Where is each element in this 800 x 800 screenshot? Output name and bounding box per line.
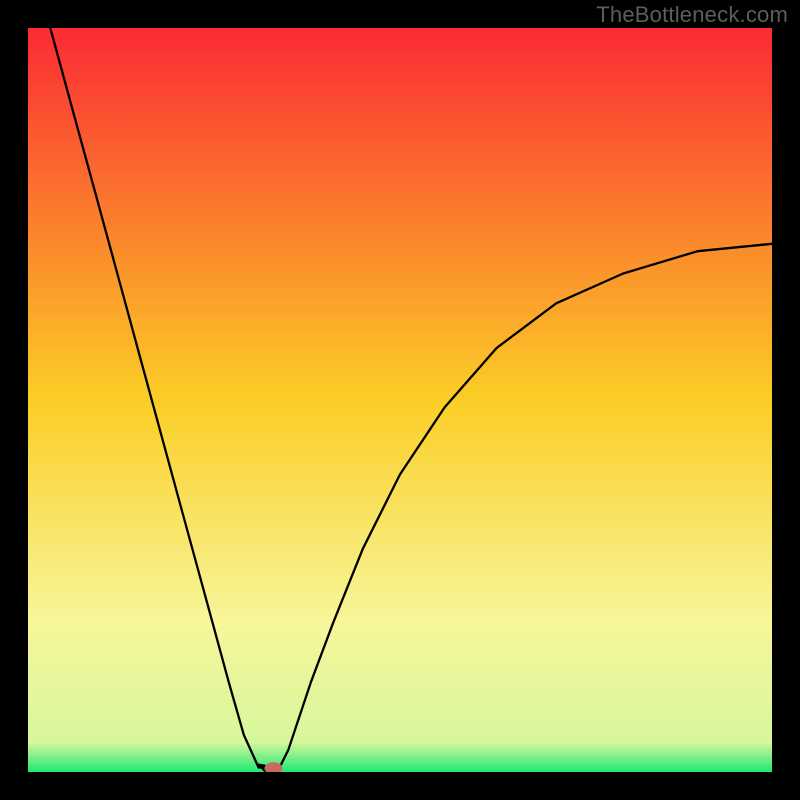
chart-frame: TheBottleneck.com (0, 0, 800, 800)
plot-background (28, 28, 772, 772)
bottleneck-chart (28, 28, 772, 772)
watermark-text: TheBottleneck.com (596, 2, 788, 28)
